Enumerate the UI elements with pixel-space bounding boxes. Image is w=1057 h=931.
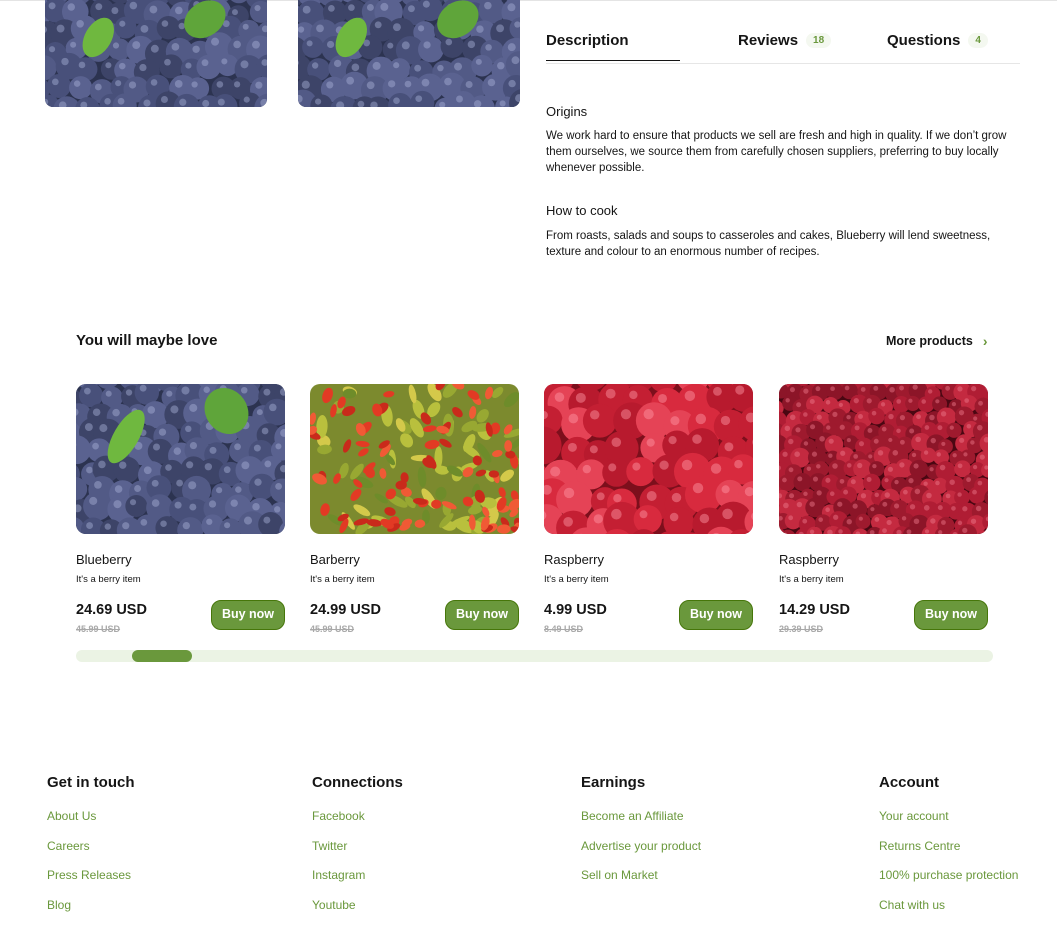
- raspberries-image: [779, 384, 988, 534]
- blueberries-image: [298, 0, 520, 107]
- chevron-right-icon: ›: [982, 333, 988, 349]
- footer-link[interactable]: 100% purchase protection: [879, 868, 1018, 898]
- footer-link[interactable]: Facebook: [312, 809, 403, 839]
- product-name[interactable]: Barberry: [310, 552, 360, 567]
- product-name[interactable]: Raspberry: [779, 552, 839, 567]
- carousel-scrollbar[interactable]: [76, 650, 993, 662]
- product-description: It's a berry item: [544, 574, 609, 585]
- tab-description[interactable]: Description: [546, 32, 680, 61]
- footer-link[interactable]: Your account: [879, 809, 1018, 839]
- how-to-cook-text: From roasts, salads and soups to cassero…: [546, 230, 991, 258]
- product-old-price: 45.99 USD: [310, 624, 355, 634]
- product-image[interactable]: [544, 384, 753, 534]
- footer-link[interactable]: Sell on Market: [581, 868, 701, 898]
- footer-link[interactable]: Instagram: [312, 868, 403, 898]
- buy-now-button[interactable]: Buy now: [679, 600, 753, 630]
- footer-link[interactable]: Advertise your product: [581, 839, 701, 869]
- how-to-cook-heading: How to cook: [546, 203, 618, 218]
- carousel-scroll-thumb[interactable]: [132, 650, 192, 662]
- product-card[interactable]: Raspberry It's a berry item 14.29 USD 29…: [779, 384, 988, 634]
- product-price: 4.99 USD: [544, 602, 607, 618]
- footer-link[interactable]: Chat with us: [879, 898, 1018, 928]
- footer-column-earnings: Earnings Become an Affiliate Advertise y…: [581, 774, 701, 898]
- footer-link[interactable]: Twitter: [312, 839, 403, 869]
- product-old-price: 8.49 USD: [544, 624, 584, 634]
- footer-link[interactable]: About Us: [47, 809, 135, 839]
- product-tabs: Description Reviews 18 Questions 4: [546, 30, 1020, 64]
- reviews-count-badge: 18: [806, 33, 832, 48]
- product-card[interactable]: Blueberry It's a berry item 24.69 USD 45…: [76, 384, 285, 634]
- product-image[interactable]: [779, 384, 988, 534]
- footer-link[interactable]: Press Releases: [47, 868, 135, 898]
- blueberries-image: [45, 0, 267, 107]
- related-products-title: You will maybe love: [76, 332, 218, 349]
- footer-column-title: Get in touch: [47, 774, 135, 791]
- tab-label: Questions: [887, 32, 961, 49]
- raspberries-image: [544, 384, 753, 534]
- origins-heading: Origins: [546, 104, 588, 119]
- more-products-link[interactable]: More products ›: [886, 333, 987, 349]
- footer-column-title: Account: [879, 774, 939, 791]
- tab-questions[interactable]: Questions 4: [887, 32, 988, 49]
- product-card[interactable]: Barberry It's a berry item 24.99 USD 45.…: [310, 384, 519, 634]
- footer-link[interactable]: Youtube: [312, 898, 403, 928]
- questions-count-badge: 4: [968, 33, 988, 48]
- blueberries-image: [76, 384, 285, 534]
- product-old-price: 45.99 USD: [76, 624, 121, 634]
- product-description: It's a berry item: [76, 574, 141, 585]
- footer-column-title: Connections: [312, 774, 403, 791]
- footer-column-get-in-touch: Get in touch About Us Careers Press Rele…: [47, 774, 135, 927]
- product-price: 24.69 USD: [76, 602, 147, 618]
- footer-link[interactable]: Become an Affiliate: [581, 809, 701, 839]
- tab-label: Reviews: [738, 32, 799, 49]
- product-name[interactable]: Raspberry: [544, 552, 604, 567]
- product-price: 14.29 USD: [779, 602, 850, 618]
- product-price: 24.99 USD: [310, 602, 381, 618]
- more-products-label: More products: [886, 334, 973, 348]
- buy-now-button[interactable]: Buy now: [445, 600, 519, 630]
- buy-now-button[interactable]: Buy now: [211, 600, 285, 630]
- tab-reviews[interactable]: Reviews 18: [738, 32, 832, 49]
- product-image[interactable]: [310, 384, 519, 534]
- footer-column-account: Account Your account Returns Centre 100%…: [879, 774, 1018, 927]
- gallery-thumbnail[interactable]: [45, 0, 267, 107]
- product-description: It's a berry item: [310, 574, 375, 585]
- gallery-thumbnail[interactable]: [298, 0, 520, 107]
- footer-link[interactable]: Blog: [47, 898, 135, 928]
- origins-text: We work hard to ensure that products we …: [546, 130, 1007, 174]
- barberries-image: [310, 384, 519, 534]
- product-name[interactable]: Blueberry: [76, 552, 132, 567]
- buy-now-button[interactable]: Buy now: [914, 600, 988, 630]
- footer-column-title: Earnings: [581, 774, 646, 791]
- product-image[interactable]: [76, 384, 285, 534]
- footer-column-connections: Connections Facebook Twitter Instagram Y…: [312, 774, 403, 927]
- tab-label: Description: [546, 32, 629, 49]
- product-card[interactable]: Raspberry It's a berry item 4.99 USD 8.4…: [544, 384, 753, 634]
- product-old-price: 29.39 USD: [779, 624, 824, 634]
- product-description: It's a berry item: [779, 574, 844, 585]
- footer-link[interactable]: Careers: [47, 839, 135, 869]
- footer-link[interactable]: Returns Centre: [879, 839, 1018, 869]
